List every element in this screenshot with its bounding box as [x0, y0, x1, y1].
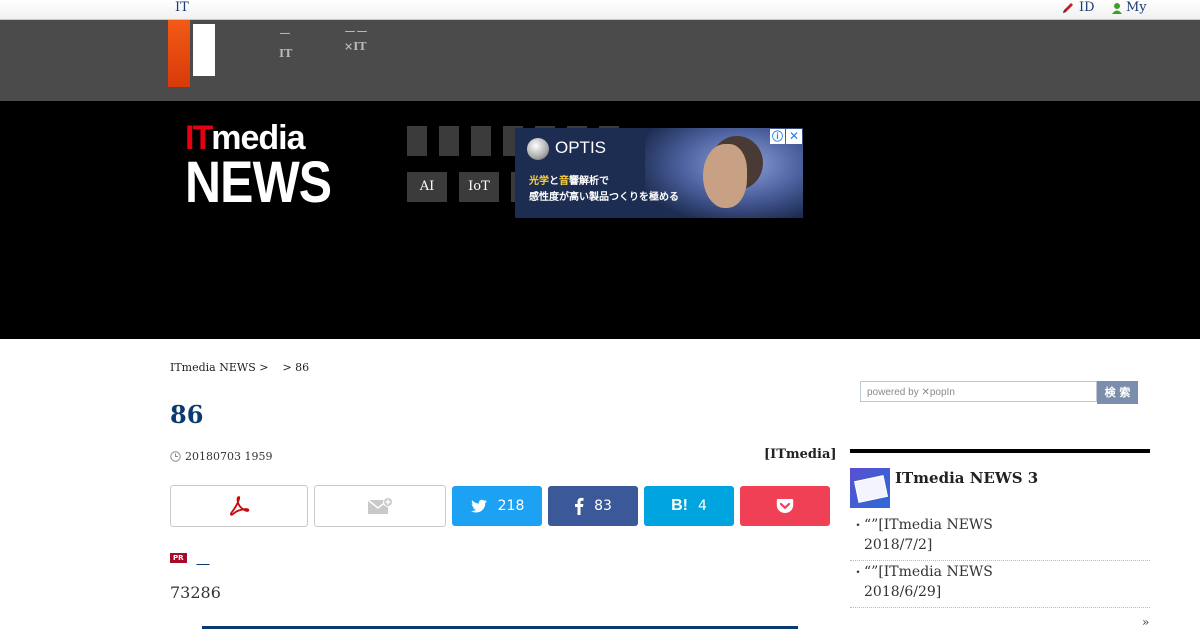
pocket-button[interactable] — [740, 486, 830, 526]
pdf-icon — [230, 496, 250, 516]
pr-text: ＿ — [196, 552, 210, 567]
network-link-1-line2: IT — [279, 47, 293, 60]
ad-close-icon[interactable]: ✕ — [786, 129, 802, 144]
search-button[interactable]: 検 索 — [1097, 381, 1138, 404]
network-link-2[interactable]: ーー ×IT — [344, 24, 368, 54]
ad-copy: 光学と音響解析で 感性度が高い製品つくりを極める — [529, 174, 679, 206]
itmedia-network-logo-mark — [193, 24, 215, 76]
mail-button[interactable] — [314, 485, 446, 527]
breadcrumb: ITmedia NEWS > > 86 — [170, 361, 323, 374]
twitter-share-button[interactable]: 218 — [452, 486, 542, 526]
network-bar: ー IT ーー ×IT — [0, 20, 1200, 101]
itmedia-network-logo[interactable] — [168, 20, 190, 87]
my-link[interactable]: My — [1110, 0, 1147, 15]
facebook-icon — [575, 497, 584, 515]
my-link-label: My — [1126, 0, 1147, 15]
ad-info-icon[interactable]: ⓘ — [770, 129, 785, 144]
ad-face-image — [703, 144, 747, 208]
ranking-item[interactable]: ・ “”[ITmedia NEWS 2018/6/29] — [850, 562, 1150, 608]
category-link[interactable] — [407, 126, 427, 156]
ranking-item-line1: “”[ITmedia NEWS — [864, 564, 993, 580]
article-title: 86 — [170, 400, 204, 429]
facebook-count: 83 — [594, 498, 612, 514]
ranking-item-line2: 2018/6/29] — [864, 584, 942, 600]
id-link[interactable]: ID — [1061, 0, 1095, 15]
article-body-text: 73286 — [170, 583, 221, 602]
twitter-count: 218 — [497, 498, 525, 514]
ad-copy-highlight2: 音 — [559, 176, 569, 187]
breadcrumb-item: > 86 — [282, 361, 310, 374]
ad-copy-part4: 響解析で — [569, 176, 609, 187]
mail-news-icon — [850, 468, 890, 508]
ad-banner[interactable]: OPTIS 光学と音響解析で 感性度が高い製品つくりを極める ⓘ ✕ — [515, 128, 803, 218]
hatena-count: 4 — [697, 498, 707, 514]
ad-copy-line2: 感性度が高い製品つくりを極める — [529, 192, 679, 203]
search-input[interactable]: powered by ✕popIn — [860, 381, 1097, 402]
pr-badge: PR — [170, 552, 187, 563]
user-icon — [1112, 2, 1122, 14]
ad-brand-mark — [527, 138, 549, 160]
category-link[interactable] — [439, 126, 459, 156]
pocket-icon — [776, 499, 794, 513]
pencil-icon — [1063, 2, 1073, 13]
ad-copy-highlight1: 光学 — [529, 176, 549, 187]
ranking-more-link[interactable]: » — [1142, 615, 1149, 629]
mail-icon — [367, 497, 393, 514]
network-link-1-line1: ー — [279, 27, 292, 41]
hatena-bookmark-button[interactable]: B! 4 — [644, 486, 734, 526]
breadcrumb-item[interactable]: ITmedia NEWS > — [170, 361, 268, 374]
ranking-item-line2: 2018/7/2] — [864, 537, 933, 553]
twitter-icon — [470, 499, 487, 512]
it-top-link[interactable]: IT — [175, 0, 189, 15]
ranking-title: ITmedia NEWS 3 — [895, 469, 1039, 487]
hatena-icon: B! — [671, 497, 688, 514]
article-divider — [202, 626, 798, 629]
network-link-1[interactable]: ー IT — [279, 24, 292, 64]
network-link-2-line1: ーー — [344, 25, 369, 39]
site-search: powered by ✕popIn 検 索 — [860, 381, 1138, 404]
article-date-text: 20180703 1959 — [185, 450, 273, 463]
pdf-button[interactable] — [170, 485, 308, 527]
facebook-share-button[interactable]: 83 — [548, 486, 638, 526]
clock-icon — [170, 451, 181, 462]
ranking-item[interactable]: ・ “”[ITmedia NEWS 2018/7/2] — [850, 515, 1150, 561]
article-source: [ITmedia] — [764, 447, 837, 462]
tag-iot[interactable]: IoT — [459, 172, 499, 202]
ranking-item-line1: “”[ITmedia NEWS — [864, 517, 993, 533]
top-utility-bar: IT ID My — [0, 0, 1200, 20]
logo-news: NEWS — [185, 150, 332, 215]
ad-brand-name: OPTIS — [555, 138, 607, 157]
itmedia-news-logo[interactable]: ITmedia NEWS — [185, 119, 345, 215]
network-link-2-line2: ×IT — [344, 40, 367, 53]
ad-copy-part2: と — [549, 176, 559, 187]
category-link[interactable] — [471, 126, 491, 156]
tag-ai[interactable]: AI — [407, 172, 447, 202]
ranking-top-border — [850, 449, 1150, 453]
id-link-label: ID — [1079, 0, 1095, 15]
article-date: 20180703 1959 — [170, 450, 272, 463]
pr-link[interactable]: PR ＿ — [170, 548, 210, 567]
